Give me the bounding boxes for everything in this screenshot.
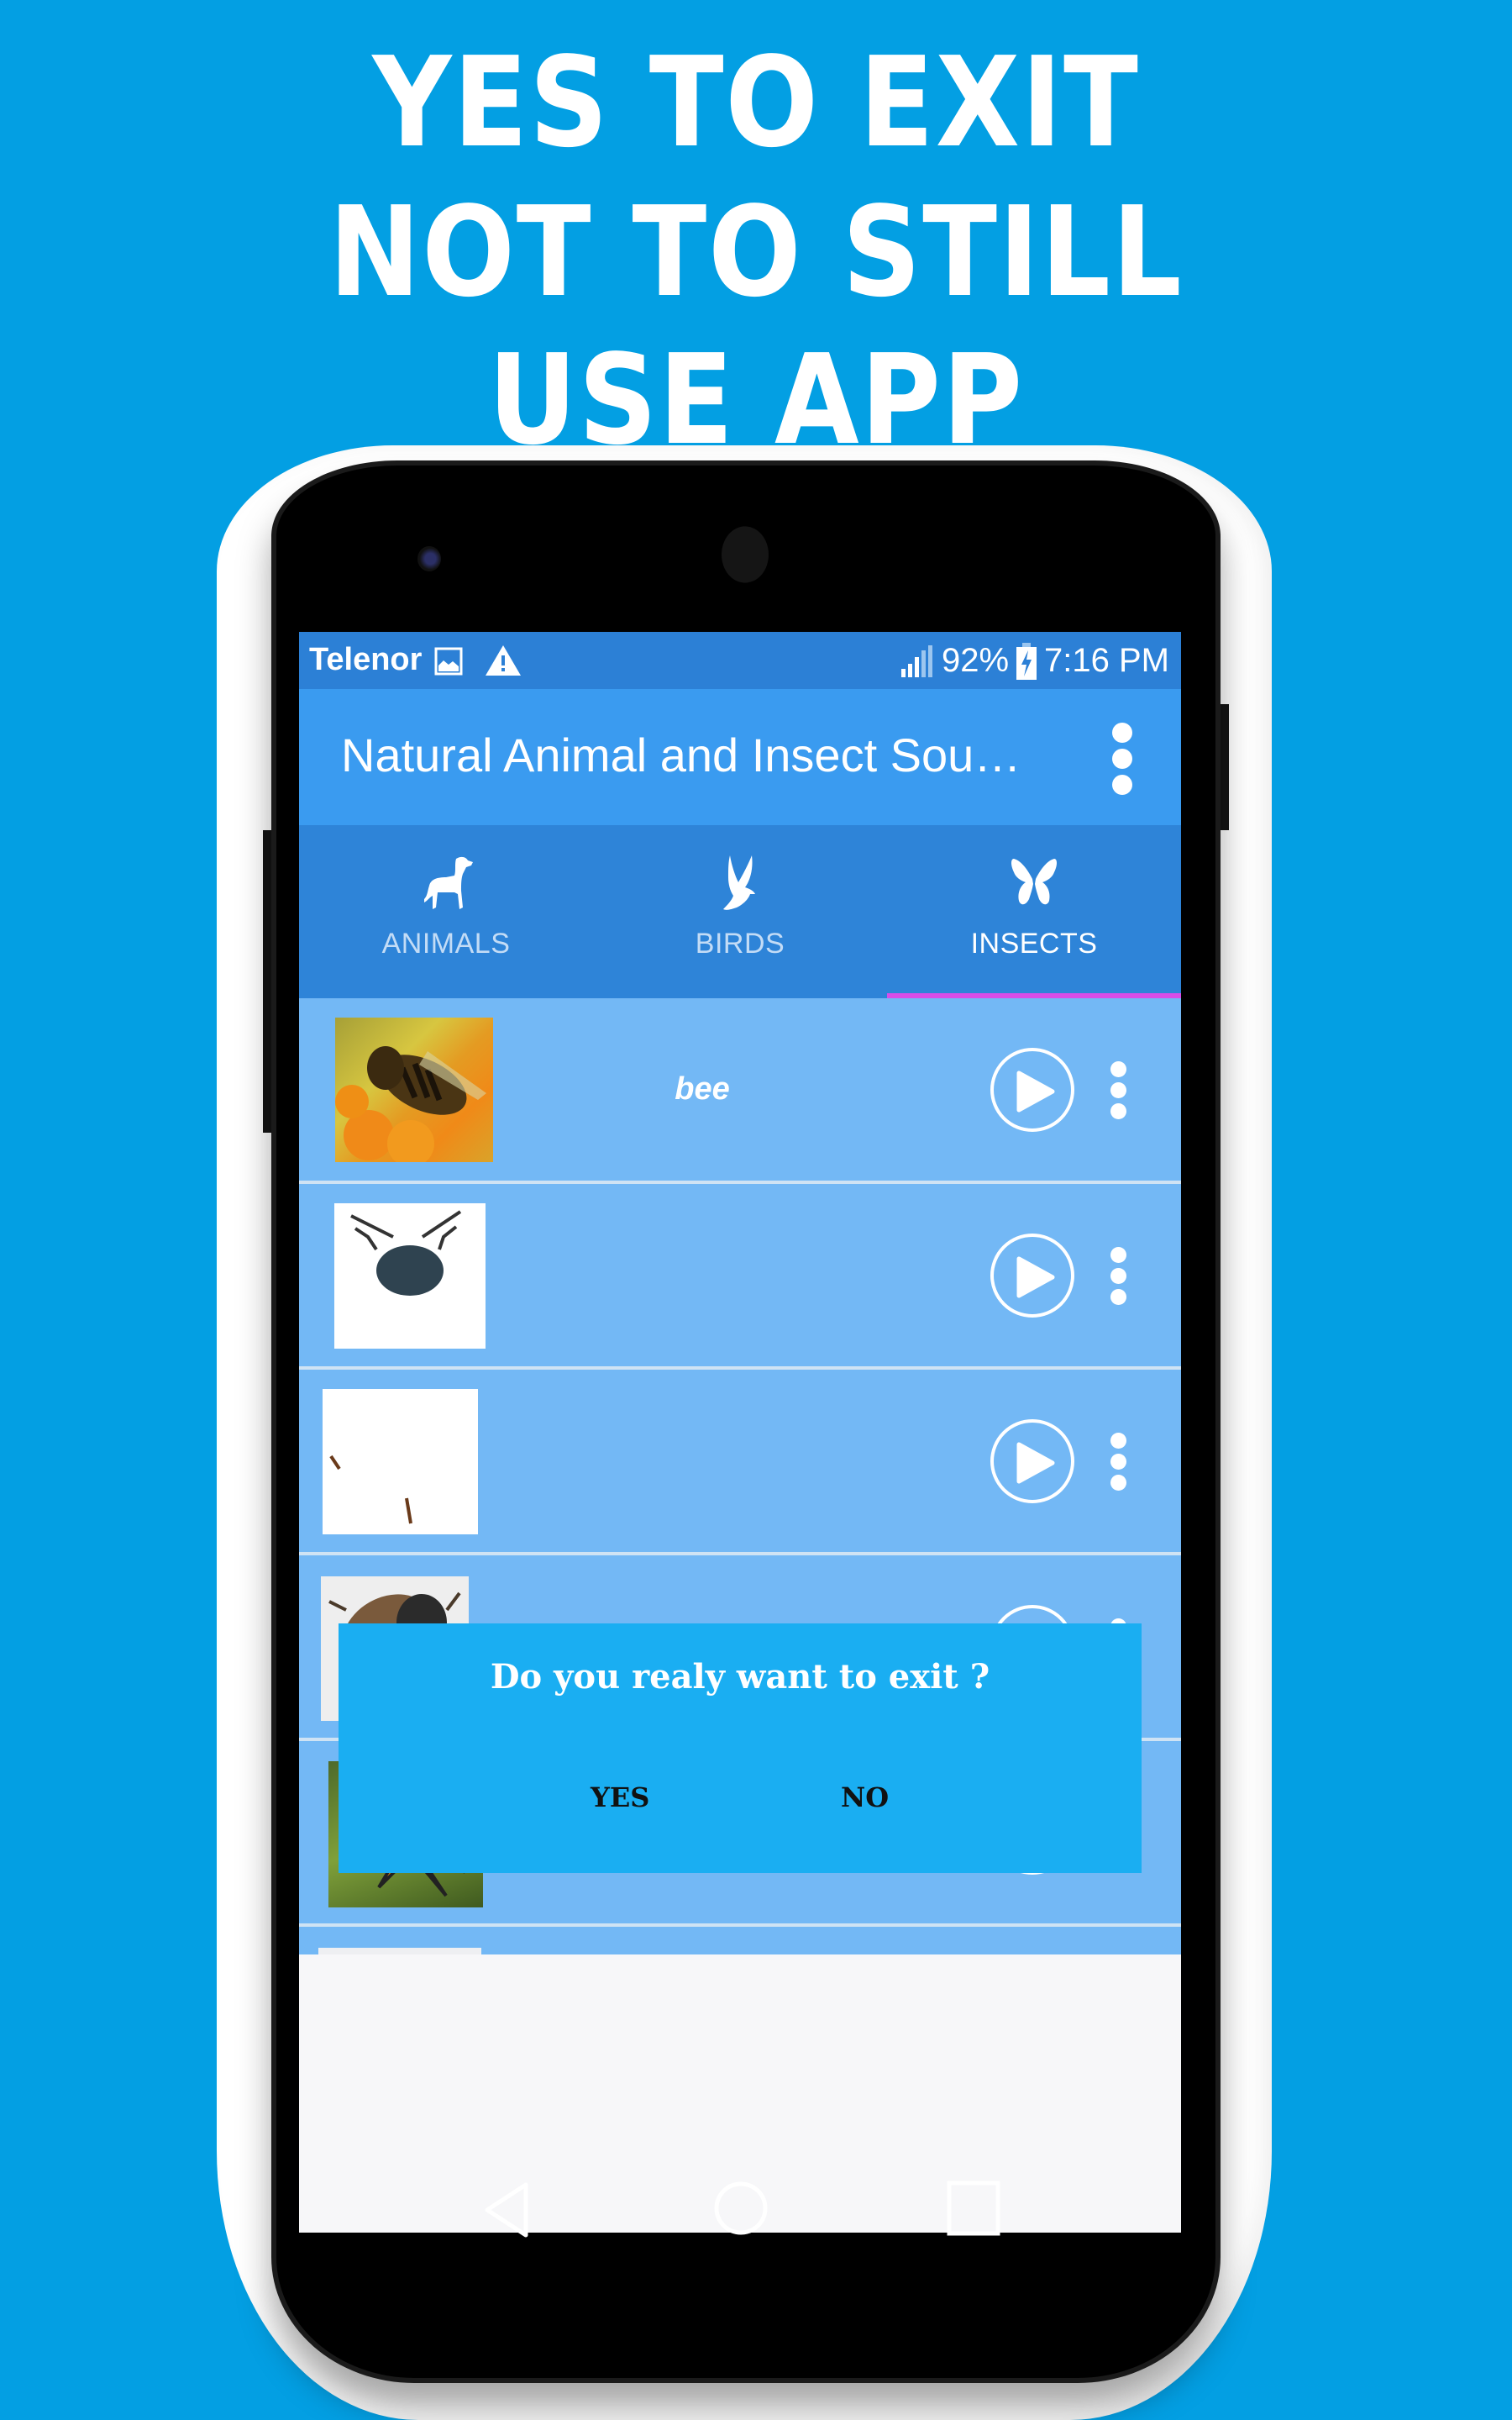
insect-thumbnail [318, 1948, 481, 1954]
app-bar: Natural Animal and Insect Sou… [299, 689, 1181, 825]
insect-list[interactable]: bee Do you realy want to exit ? YES NO [299, 998, 1181, 1954]
list-item-name: bee [675, 1071, 730, 1107]
recents-icon[interactable] [946, 2181, 1001, 2236]
carrier-name: Telenor [309, 642, 423, 677]
promo-headline-line-1: YES TO EXIT [372, 30, 1140, 175]
tab-bar: ANIMALS BIRDS INSECTS [299, 825, 1181, 998]
promo-headline-line-2: NOT TO STILL [328, 180, 1184, 324]
play-icon[interactable] [990, 1048, 1074, 1132]
promo-headline-line-3: USE APP [488, 328, 1024, 472]
beetle-thumbnail [334, 1203, 486, 1349]
list-item-name [467, 1184, 937, 1366]
butterfly-icon [1011, 859, 1057, 905]
dialog-message: Do you realy want to exit ? [490, 1657, 990, 1697]
tab-birds[interactable]: BIRDS [593, 825, 887, 998]
row-more-icon[interactable] [1110, 1061, 1127, 1120]
tab-insects-label: INSECTS [970, 928, 1098, 960]
tab-animals-label: ANIMALS [381, 928, 511, 960]
earpiece-speaker [722, 526, 769, 583]
back-icon[interactable] [482, 2182, 533, 2238]
list-item[interactable] [299, 1184, 1181, 1370]
image-notification-icon [434, 647, 463, 676]
status-bar: Telenor 92% 7:16 PM [299, 632, 1181, 689]
insect-thumbnail [323, 1389, 478, 1534]
tab-animals[interactable]: ANIMALS [299, 825, 593, 998]
status-right-group: 92% 7:16 PM [900, 642, 1169, 680]
dog-icon [424, 856, 473, 909]
beetle-photo [350, 1210, 462, 1296]
play-icon[interactable] [990, 1419, 1074, 1503]
app-title: Natural Animal and Insect Sou… [341, 729, 1021, 781]
bird-icon [723, 855, 755, 910]
exit-dialog: Do you realy want to exit ? YES NO [339, 1623, 1142, 1873]
row-more-icon[interactable] [1110, 1247, 1127, 1306]
list-item[interactable] [299, 1927, 1181, 1954]
home-icon[interactable] [713, 2181, 769, 2236]
battery-percent: 92% [941, 642, 1010, 679]
warning-icon [486, 645, 521, 676]
more-vert-icon[interactable] [1105, 723, 1139, 795]
system-nav-bar [299, 2181, 1181, 2333]
front-camera [417, 546, 441, 571]
list-item-name [467, 1370, 937, 1552]
tab-birds-label: BIRDS [695, 928, 785, 960]
list-item[interactable]: bee [299, 998, 1181, 1184]
row-more-icon[interactable] [1110, 1433, 1127, 1491]
no-button[interactable]: NO [841, 1781, 889, 1813]
signal-icon [900, 644, 932, 677]
insect-photo [329, 1455, 412, 1524]
yes-button[interactable]: YES [591, 1781, 649, 1813]
play-icon[interactable] [990, 1234, 1074, 1318]
phone-screen: Telenor 92% 7:16 PM Natural Animal and I… [299, 632, 1181, 2233]
clock: 7:16 PM [1044, 642, 1169, 679]
tab-insects[interactable]: INSECTS [887, 825, 1181, 998]
battery-charging-icon [1016, 642, 1037, 680]
list-item[interactable] [299, 1370, 1181, 1555]
